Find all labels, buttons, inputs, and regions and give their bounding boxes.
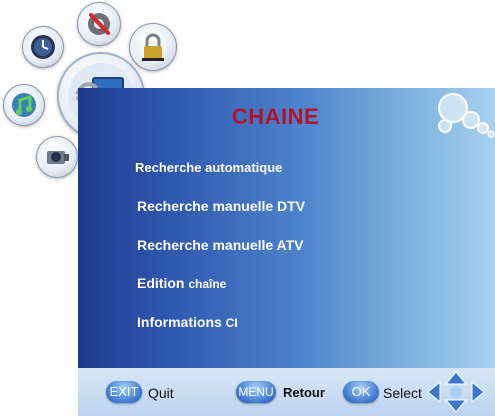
menu-item-recherche-automatique[interactable]: Recherche automatique: [135, 160, 282, 175]
exit-label: Quit: [148, 385, 174, 401]
navigation-arrows-icon[interactable]: [426, 370, 486, 414]
menu-item-recherche-manuelle-dtv[interactable]: Recherche manuelle DTV: [137, 198, 305, 214]
clock-glyph: [31, 35, 55, 59]
settings-tools-icon[interactable]: [77, 2, 121, 46]
menu-item-label: Informations: [137, 314, 222, 330]
tools-glyph: [88, 13, 110, 35]
menu-item-label: Edition: [137, 275, 185, 291]
menu-item-label: Recherche manuelle ATV: [137, 237, 304, 253]
menu-item-recherche-manuelle-atv[interactable]: Recherche manuelle ATV: [137, 237, 304, 253]
menu-item-informations-ci[interactable]: Informations CI: [137, 314, 238, 330]
camera-icon[interactable]: [36, 136, 78, 178]
menu-label: Retour: [283, 385, 325, 400]
menu-item-suffix: chaîne: [188, 277, 227, 291]
camera-glyph: [47, 151, 69, 164]
clock-icon[interactable]: [22, 26, 64, 68]
footer-hint-bar: EXIT Quit MENU Retour OK Select: [78, 368, 495, 416]
exit-button[interactable]: EXIT: [106, 381, 142, 403]
menu-button[interactable]: MENU: [236, 381, 276, 403]
menu-item-edition-chaine[interactable]: Edition chaîne: [137, 275, 226, 291]
ok-label: Select: [383, 385, 422, 401]
bubbles-icon: [438, 93, 495, 138]
menu-item-label: Recherche automatique: [135, 160, 283, 175]
channel-menu-panel: CHAINE Recherche automatique Recherche m…: [78, 88, 495, 368]
menu-item-suffix: CI: [225, 316, 238, 330]
music-icon[interactable]: [3, 84, 45, 126]
ok-button[interactable]: OK: [343, 381, 379, 403]
music-glyph: [12, 93, 36, 117]
menu-item-label: Recherche manuelle DTV: [137, 198, 306, 214]
